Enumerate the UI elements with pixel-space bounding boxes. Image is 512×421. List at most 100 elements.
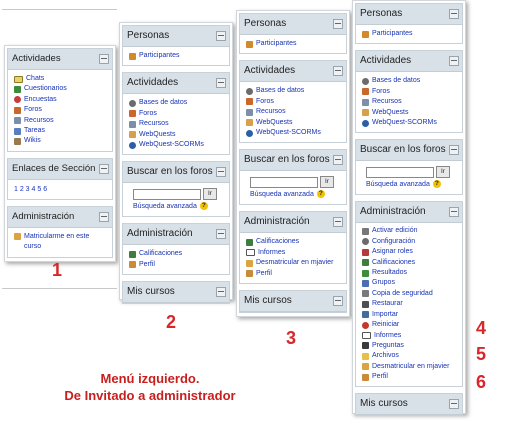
personas-header[interactable]: Personas xyxy=(123,26,229,47)
collapse-icon[interactable] xyxy=(216,31,226,41)
buscar-header[interactable]: Buscar en los foros xyxy=(240,150,346,172)
enlaces-header[interactable]: Enlaces de Sección xyxy=(8,158,112,180)
help-icon[interactable]: ? xyxy=(316,190,325,199)
collapse-icon[interactable] xyxy=(99,163,109,174)
collapse-icon[interactable] xyxy=(99,54,109,64)
admin-item[interactable]: Desmatricular en mjavier xyxy=(246,258,334,268)
activity-item[interactable]: WebQuest-SCORMs xyxy=(129,140,226,150)
admin-item[interactable]: Restaurar xyxy=(362,299,459,309)
admin-item[interactable]: Informes xyxy=(362,331,459,341)
activity-item[interactable]: Tareas xyxy=(14,126,109,136)
collapse-icon[interactable] xyxy=(216,287,226,298)
actividades-header[interactable]: Actividades xyxy=(8,49,112,70)
search-input[interactable] xyxy=(133,188,201,200)
participants-link[interactable]: Participantes xyxy=(246,39,343,49)
activity-item[interactable]: Recursos xyxy=(129,119,226,129)
admin-item[interactable]: Grupos xyxy=(362,278,459,288)
admin-item[interactable]: Perfil xyxy=(246,269,343,279)
actividades-header[interactable]: Actividades xyxy=(240,61,346,83)
activity-item[interactable]: Foros xyxy=(362,87,459,97)
cursos-header[interactable]: Mis cursos xyxy=(356,393,462,415)
activity-item[interactable]: Bases de datos xyxy=(246,86,343,96)
participants-link[interactable]: Participantes xyxy=(362,29,459,39)
admin-item[interactable]: Configuración xyxy=(362,237,459,247)
actividades-header[interactable]: Actividades xyxy=(123,73,229,95)
collapse-icon[interactable] xyxy=(449,9,459,19)
help-icon[interactable]: ? xyxy=(199,202,208,211)
menu-column-teacher: Personas Participantes Actividades Bases… xyxy=(236,10,350,317)
webquest-icon xyxy=(246,119,253,127)
search-go-button[interactable]: Ir xyxy=(320,176,334,189)
buscar-header[interactable]: Buscar en los foros xyxy=(123,162,229,184)
participants-link[interactable]: Participantes xyxy=(129,51,226,61)
advanced-search-link[interactable]: Búsqueda avanzada? xyxy=(366,180,458,189)
collapse-icon[interactable] xyxy=(449,207,459,218)
actividades-header[interactable]: Actividades xyxy=(356,51,462,73)
activity-item[interactable]: WebQuest-SCORMs xyxy=(362,118,459,128)
activity-item[interactable]: Bases de datos xyxy=(129,98,226,108)
admin-item[interactable]: Importar xyxy=(362,310,459,320)
search-go-button[interactable]: Ir xyxy=(436,166,450,179)
collapse-icon[interactable] xyxy=(99,211,109,222)
activity-item[interactable]: Foros xyxy=(246,97,343,107)
advanced-search-link[interactable]: Búsqueda avanzada? xyxy=(133,202,225,211)
admin-item[interactable]: Calificaciones xyxy=(246,237,343,247)
collapse-icon[interactable] xyxy=(216,167,226,178)
admin-item[interactable]: Calificaciones xyxy=(129,249,226,259)
personas-header[interactable]: Personas xyxy=(240,14,346,35)
admin-item[interactable]: Asignar roles xyxy=(362,247,459,257)
activity-item[interactable]: WebQuest-SCORMs xyxy=(246,128,343,138)
collapse-icon[interactable] xyxy=(449,56,459,67)
admin-item[interactable]: Reiniciar xyxy=(362,320,459,330)
activity-item[interactable]: WebQuests xyxy=(246,118,343,128)
activity-item[interactable]: Bases de datos xyxy=(362,76,459,86)
admin-item[interactable]: Resultados xyxy=(362,268,459,278)
collapse-icon[interactable] xyxy=(333,66,343,77)
admin-header[interactable]: Administración xyxy=(123,224,229,246)
activity-item[interactable]: Wikis xyxy=(14,136,109,146)
cursos-header[interactable]: Mis cursos xyxy=(123,282,229,304)
collapse-icon[interactable] xyxy=(216,78,226,89)
activity-item[interactable]: Cuestionarios xyxy=(14,84,109,94)
activity-item[interactable]: Recursos xyxy=(246,107,343,117)
search-input[interactable] xyxy=(250,176,318,188)
item-label: Calificaciones xyxy=(139,250,183,258)
activity-item[interactable]: Recursos xyxy=(362,97,459,107)
collapse-icon[interactable] xyxy=(333,19,343,29)
section-links[interactable]: 1 2 3 4 5 6 xyxy=(8,180,112,199)
collapse-icon[interactable] xyxy=(449,398,459,409)
collapse-icon[interactable] xyxy=(333,217,343,228)
search-go-button[interactable]: Ir xyxy=(203,188,217,201)
admin-header[interactable]: Administración xyxy=(240,212,346,234)
admin-item[interactable]: Calificaciones xyxy=(362,258,459,268)
activity-item[interactable]: Foros xyxy=(129,109,226,119)
collapse-icon[interactable] xyxy=(333,155,343,166)
admin-item[interactable]: Perfil xyxy=(362,372,459,382)
admin-item[interactable]: Activar edición xyxy=(362,226,459,236)
cursos-header[interactable]: Mis cursos xyxy=(240,291,346,313)
activity-item[interactable]: WebQuests xyxy=(129,130,226,140)
admin-item[interactable]: Matricularme en este curso xyxy=(14,232,102,253)
personas-header[interactable]: Personas xyxy=(356,4,462,25)
admin-header[interactable]: Administración xyxy=(356,202,462,224)
activity-item[interactable]: Recursos xyxy=(14,116,109,126)
help-icon[interactable]: ? xyxy=(432,180,441,189)
admin-item[interactable]: Preguntas xyxy=(362,341,459,351)
activity-item[interactable]: Chats xyxy=(14,74,109,84)
admin-item[interactable]: Archivos xyxy=(362,351,459,361)
activity-item[interactable]: WebQuests xyxy=(362,108,459,118)
link-label: Búsqueda avanzada xyxy=(250,190,314,198)
buscar-header[interactable]: Buscar en los foros xyxy=(356,140,462,162)
admin-header[interactable]: Administración xyxy=(8,206,112,228)
collapse-icon[interactable] xyxy=(216,229,226,240)
admin-item[interactable]: Copia de seguridad xyxy=(362,289,459,299)
collapse-icon[interactable] xyxy=(449,145,459,156)
activity-item[interactable]: Foros xyxy=(14,105,109,115)
advanced-search-link[interactable]: Búsqueda avanzada? xyxy=(250,190,342,199)
collapse-icon[interactable] xyxy=(333,296,343,307)
activity-item[interactable]: Encuestas xyxy=(14,95,109,105)
search-input[interactable] xyxy=(366,166,434,178)
admin-item[interactable]: Desmatricular en mjavier xyxy=(362,362,450,372)
admin-item[interactable]: Perfil xyxy=(129,260,226,270)
admin-item[interactable]: Informes xyxy=(246,248,343,258)
